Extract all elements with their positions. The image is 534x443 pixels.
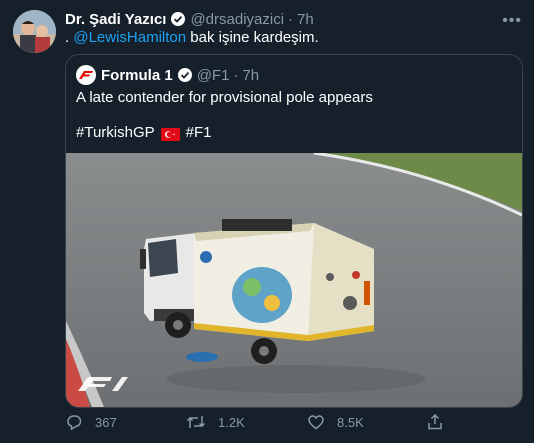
tweet-timestamp[interactable]: 7h [297, 11, 314, 28]
verified-badge-icon [170, 11, 186, 27]
hashtag-turkishgp[interactable]: #TurkishGP [76, 123, 155, 143]
quoted-author-name[interactable]: Formula 1 [101, 67, 173, 84]
like-button[interactable]: 8.5K [307, 413, 364, 431]
text-suffix: bak işine kardeşim. [186, 29, 319, 46]
turkey-flag-icon [160, 127, 180, 141]
quoted-hashtags: #TurkishGP #F1 [76, 123, 212, 143]
retweet-count: 1.2K [218, 414, 245, 430]
hashtag-f1[interactable]: #F1 [186, 123, 212, 143]
reply-icon [67, 415, 82, 431]
share-button[interactable] [426, 413, 456, 431]
share-icon [428, 413, 442, 430]
tweet-text: . @LewisHamilton bak işine kardeşim. [65, 28, 319, 48]
avatar[interactable] [13, 10, 56, 53]
quoted-media-image[interactable] [66, 153, 522, 407]
author-name[interactable]: Dr. Şadi Yazıcı [65, 11, 166, 28]
mention-link[interactable]: @LewisHamilton [73, 29, 186, 46]
f1-logo-avatar[interactable] [76, 65, 96, 85]
heart-icon [308, 415, 324, 430]
retweet-button[interactable]: 1.2K [186, 413, 245, 431]
reply-button[interactable]: 367 [65, 413, 117, 431]
quoted-tweet-header: Formula 1 @F1 · 7h [76, 65, 259, 85]
verified-badge-icon [177, 67, 193, 83]
tweet-header: Dr. Şadi Yazıcı @drsadiyazici · 7h [65, 9, 314, 29]
quoted-author-handle[interactable]: @F1 [197, 67, 230, 84]
reply-count: 367 [95, 414, 117, 430]
quoted-tweet-text: A late contender for provisional pole ap… [76, 89, 373, 106]
quoted-tweet-card[interactable]: Formula 1 @F1 · 7h A late contender for … [65, 54, 523, 408]
separator-dot: · [233, 66, 239, 84]
author-handle[interactable]: @drsadiyazici [190, 11, 284, 28]
like-count: 8.5K [337, 414, 364, 430]
quoted-timestamp[interactable]: 7h [242, 67, 259, 84]
tweet-actions: 367 1.2K 8.5K [65, 413, 485, 437]
retweet-icon [186, 416, 206, 428]
separator-dot: · [288, 10, 294, 28]
more-options-icon[interactable]: ••• [502, 12, 522, 30]
